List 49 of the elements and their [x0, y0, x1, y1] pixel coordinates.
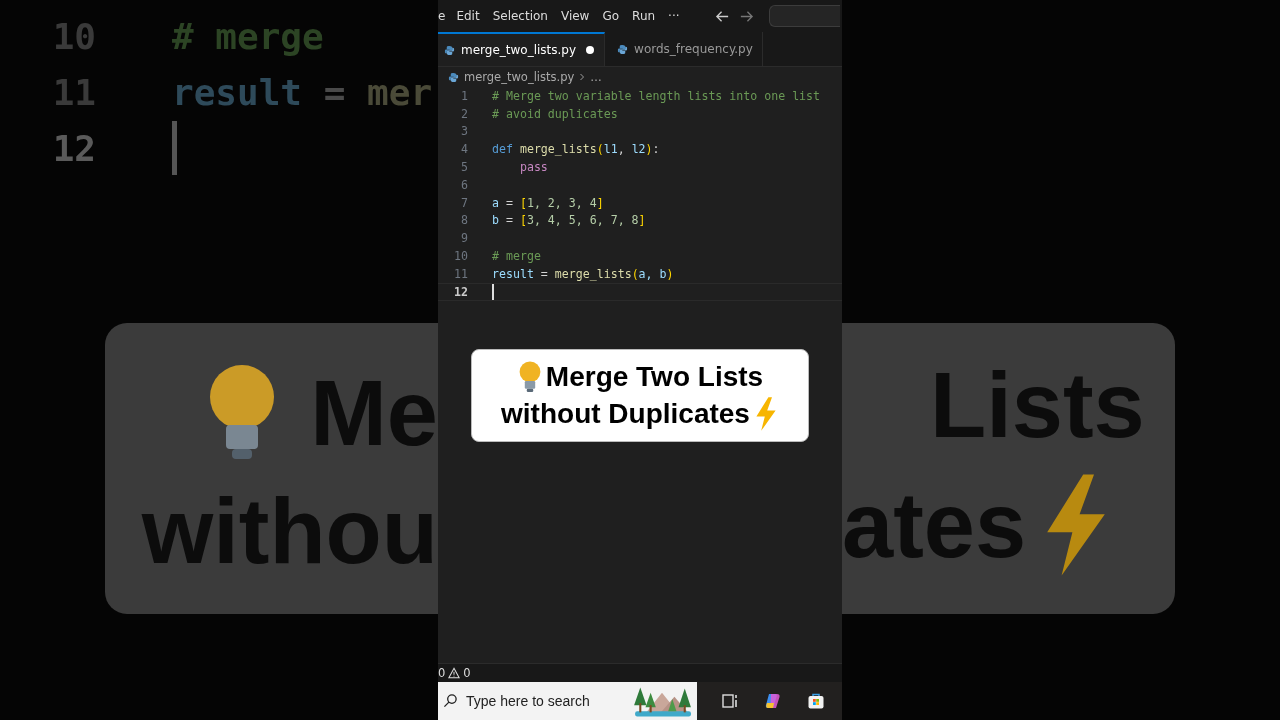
line-number: 12 — [51, 127, 96, 169]
python-file-icon — [444, 44, 455, 56]
code-line: b = [3, 4, 5, 6, 7, 8] — [492, 213, 646, 228]
code-line: result = mer — [172, 71, 433, 113]
code-line: pass — [518, 160, 548, 175]
menu-item[interactable]: Run — [632, 9, 656, 23]
caption-text: Merge Two Lists — [545, 359, 764, 394]
menu-item[interactable]: Edit — [456, 9, 480, 23]
text-cursor — [492, 283, 494, 300]
editor-tab[interactable]: words_frequency.py — [605, 32, 764, 66]
task-view-icon[interactable] — [720, 691, 740, 711]
search-icon — [443, 693, 458, 708]
code-line: a = [1, 2, 3, 4] — [492, 195, 604, 210]
code-line: # Merge two variable length lists into one list — [492, 88, 821, 103]
line-number: 6 — [460, 177, 468, 192]
python-file-icon — [617, 43, 629, 55]
code-line: # merge — [492, 249, 541, 264]
menu-item[interactable]: ··· — [668, 9, 680, 23]
menu-item[interactable]: Selection — [492, 9, 548, 23]
line-number: 12 — [453, 284, 468, 299]
python-file-icon — [448, 71, 459, 83]
caption-text: without Duplicates — [501, 396, 750, 431]
line-number: 9 — [460, 231, 468, 246]
line-number: 11 — [453, 266, 468, 281]
code-line: def merge_lists(l1, l2): — [492, 142, 660, 157]
line-number: 4 — [460, 142, 468, 157]
breadcrumb-item[interactable]: … — [590, 70, 602, 84]
line-number: 2 — [460, 106, 468, 121]
editor-tab[interactable]: merge_two_lists.py — [438, 32, 606, 66]
code-line: # merge — [172, 15, 324, 57]
menu-item[interactable]: Go — [602, 9, 620, 23]
line-number: 8 — [460, 213, 468, 228]
line-number: 5 — [460, 160, 468, 175]
code-line: # avoid duplicates — [492, 106, 618, 121]
warning-icon[interactable] — [448, 667, 461, 679]
chevron-right-icon — [579, 72, 586, 82]
menu-item[interactable]: e — [438, 9, 446, 23]
line-number: 1 — [460, 88, 468, 103]
line-number: 10 — [453, 249, 468, 264]
error-count[interactable]: 0 — [438, 666, 446, 680]
menu-item[interactable]: View — [560, 9, 590, 23]
breadcrumb-item[interactable]: merge_two_lists.py — [464, 70, 575, 84]
line-number: 7 — [460, 195, 468, 210]
line-number: 3 — [460, 124, 468, 139]
command-center-field[interactable] — [768, 5, 840, 27]
text-cursor — [172, 121, 177, 175]
store-icon[interactable] — [806, 691, 826, 711]
warning-count[interactable]: 0 — [463, 666, 471, 680]
code-line: result = merge_lists(a, b) — [492, 266, 674, 281]
